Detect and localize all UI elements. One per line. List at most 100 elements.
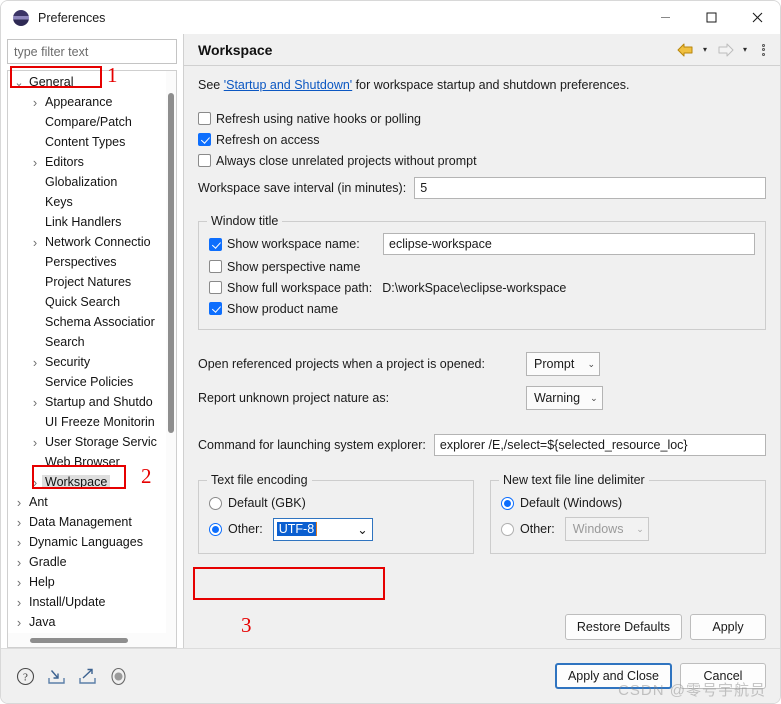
filter-input[interactable] xyxy=(7,39,177,64)
show-full-workspace-path-checkbox[interactable] xyxy=(209,281,222,294)
save-interval-input[interactable] xyxy=(414,177,766,199)
sidebar-item-ui-freeze-monitorin[interactable]: UI Freeze Monitorin xyxy=(8,412,166,432)
chevron-right-icon[interactable]: › xyxy=(28,475,42,490)
close-button[interactable] xyxy=(734,1,780,34)
sidebar-item-label: Dynamic Languages xyxy=(29,535,143,549)
sidebar-item-ant[interactable]: › Ant xyxy=(8,492,166,512)
delimiter-default-radio-row[interactable]: Default (Windows) xyxy=(501,491,755,515)
sidebar-item-quick-search[interactable]: Quick Search xyxy=(8,292,166,312)
chevron-down-icon[interactable]: ⌄ xyxy=(12,76,26,89)
apply-and-close-button[interactable]: Apply and Close xyxy=(554,663,672,689)
delimiter-other-radio[interactable] xyxy=(501,522,514,536)
sidebar-item-project-natures[interactable]: Project Natures xyxy=(8,272,166,292)
delimiter-other-combo[interactable]: Windows ⌄ xyxy=(564,517,649,541)
sidebar-item-web-browser[interactable]: Web Browser xyxy=(8,452,166,472)
tree-scroll-thumb[interactable] xyxy=(168,93,174,433)
restore-defaults-button[interactable]: Restore Defaults xyxy=(564,614,682,640)
record-icon[interactable] xyxy=(108,666,129,687)
sidebar-item-install-update[interactable]: › Install/Update xyxy=(8,592,166,612)
sidebar-item-search[interactable]: Search xyxy=(8,332,166,352)
system-explorer-input[interactable] xyxy=(433,434,766,456)
sidebar-item-help[interactable]: › Help xyxy=(8,572,166,592)
show-workspace-name-row[interactable]: Show workspace name: xyxy=(209,232,755,256)
refresh-native-hooks-checkbox[interactable] xyxy=(198,112,211,125)
refresh-on-access-checkbox-row[interactable]: Refresh on access xyxy=(198,129,766,150)
view-menu-icon[interactable] xyxy=(754,39,772,61)
chevron-right-icon[interactable]: › xyxy=(28,155,42,170)
chevron-right-icon[interactable]: › xyxy=(12,535,26,550)
chevron-right-icon[interactable]: › xyxy=(12,615,26,630)
sidebar-item-editors[interactable]: › Editors xyxy=(8,152,166,172)
chevron-right-icon[interactable]: › xyxy=(28,355,42,370)
forward-arrow-icon[interactable] xyxy=(714,39,736,61)
chevron-right-icon[interactable]: › xyxy=(12,595,26,610)
show-product-name-row[interactable]: Show product name xyxy=(209,298,755,319)
show-full-workspace-path-row[interactable]: Show full workspace path: D:\workSpace\e… xyxy=(209,277,755,298)
sidebar-item-keys[interactable]: Keys xyxy=(8,192,166,212)
chevron-right-icon[interactable]: › xyxy=(12,515,26,530)
show-perspective-name-checkbox[interactable] xyxy=(209,260,222,273)
sidebar-item-appearance[interactable]: › Appearance xyxy=(8,92,166,112)
show-product-name-checkbox[interactable] xyxy=(209,302,222,315)
sidebar-item-general[interactable]: ⌄ General xyxy=(8,72,166,92)
delimiter-default-radio[interactable] xyxy=(501,496,514,510)
cancel-button[interactable]: Cancel xyxy=(680,663,766,689)
refresh-native-hooks-checkbox-row[interactable]: Refresh using native hooks or polling xyxy=(198,108,766,129)
tree-vertical-scrollbar[interactable] xyxy=(166,71,176,633)
sidebar-item-workspace[interactable]: › Workspace xyxy=(8,472,166,492)
sidebar-item-dynamic-languages[interactable]: › Dynamic Languages xyxy=(8,532,166,552)
export-icon[interactable] xyxy=(77,666,98,687)
open-referenced-projects-select[interactable]: Prompt ⌄ xyxy=(526,352,600,376)
sidebar-item-globalization[interactable]: Globalization xyxy=(8,172,166,192)
sidebar-item-schema-associatior[interactable]: Schema Associatior xyxy=(8,312,166,332)
minimize-button[interactable] xyxy=(642,1,688,34)
sidebar-item-link-handlers[interactable]: Link Handlers xyxy=(8,212,166,232)
chevron-right-icon[interactable]: › xyxy=(28,95,42,110)
sidebar-item-perspectives[interactable]: Perspectives xyxy=(8,252,166,272)
sidebar-item-startup-and-shutdo[interactable]: › Startup and Shutdo xyxy=(8,392,166,412)
chevron-right-icon[interactable]: › xyxy=(28,435,42,450)
encoding-default-radio-row[interactable]: Default (GBK) xyxy=(209,491,463,515)
tree-horizontal-scrollbar[interactable] xyxy=(7,633,177,648)
show-perspective-name-row[interactable]: Show perspective name xyxy=(209,256,755,277)
report-unknown-nature-select[interactable]: Warning ⌄ xyxy=(526,386,603,410)
chevron-right-icon[interactable]: › xyxy=(28,395,42,410)
sidebar-item-service-policies[interactable]: Service Policies xyxy=(8,372,166,392)
chevron-right-icon[interactable]: › xyxy=(12,555,26,570)
sidebar-item-data-management[interactable]: › Data Management xyxy=(8,512,166,532)
apply-button[interactable]: Apply xyxy=(690,614,766,640)
sidebar-item-java[interactable]: › Java xyxy=(8,612,166,632)
import-icon[interactable] xyxy=(46,666,67,687)
startup-shutdown-link[interactable]: 'Startup and Shutdown' xyxy=(224,78,352,92)
show-workspace-name-checkbox[interactable] xyxy=(209,237,222,251)
encoding-other-label: Other: xyxy=(228,522,263,536)
always-close-unrelated-checkbox[interactable] xyxy=(198,154,211,167)
sidebar-item-content-types[interactable]: Content Types xyxy=(8,132,166,152)
encoding-other-radio-row[interactable]: Other: UTF-8 ⌄ xyxy=(209,517,463,541)
forward-history-dropdown-icon[interactable]: ▾ xyxy=(738,39,752,61)
sidebar-item-label: Network Connectio xyxy=(45,235,151,249)
title-bar: Preferences xyxy=(1,1,780,34)
tree-hscroll-thumb[interactable] xyxy=(30,638,128,643)
sidebar-item-compare-patch[interactable]: Compare/Patch xyxy=(8,112,166,132)
encoding-other-combo[interactable]: UTF-8 ⌄ xyxy=(272,517,373,541)
refresh-on-access-checkbox[interactable] xyxy=(198,133,211,146)
help-icon[interactable]: ? xyxy=(15,666,36,687)
encoding-default-radio[interactable] xyxy=(209,496,222,510)
delimiter-other-radio-row[interactable]: Other: Windows ⌄ xyxy=(501,517,755,541)
chevron-right-icon[interactable]: › xyxy=(12,575,26,590)
chevron-right-icon[interactable]: › xyxy=(28,235,42,250)
sidebar-item-user-storage-servic[interactable]: › User Storage Servic xyxy=(8,432,166,452)
chevron-right-icon[interactable]: › xyxy=(12,495,26,510)
sidebar-item-security[interactable]: › Security xyxy=(8,352,166,372)
encoding-other-radio[interactable] xyxy=(209,522,222,536)
sidebar-item-gradle[interactable]: › Gradle xyxy=(8,552,166,572)
show-workspace-name-label: Show workspace name: xyxy=(227,237,360,251)
line-delimiter-group: New text file line delimiter Default (Wi… xyxy=(490,473,766,554)
workspace-name-input[interactable] xyxy=(383,233,755,255)
sidebar-item-network-connectio[interactable]: › Network Connectio xyxy=(8,232,166,252)
back-history-dropdown-icon[interactable]: ▾ xyxy=(698,39,712,61)
back-arrow-icon[interactable] xyxy=(674,39,696,61)
always-close-unrelated-checkbox-row[interactable]: Always close unrelated projects without … xyxy=(198,150,766,171)
maximize-button[interactable] xyxy=(688,1,734,34)
